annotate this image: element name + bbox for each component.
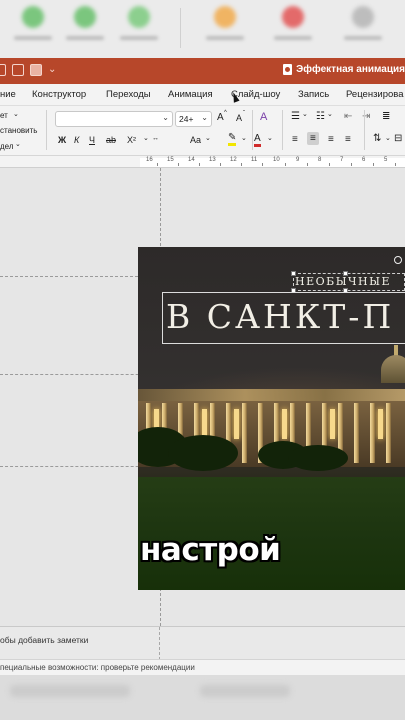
layout-button[interactable]: ет [0, 111, 8, 120]
tab-home[interactable]: ние [0, 89, 16, 100]
align-center-icon[interactable]: ≡ [307, 132, 319, 145]
resize-handle[interactable] [291, 271, 296, 276]
blurred-tool-button[interactable] [62, 6, 108, 50]
caret-up-icon: ^ [224, 110, 227, 116]
tab-record[interactable]: Запись [298, 89, 329, 100]
align-text-icon[interactable]: ⊟ [394, 133, 402, 144]
title-bar: ⌄ Эффектная анимация [0, 58, 405, 84]
trees [138, 427, 405, 471]
ruler-number: 8 [318, 157, 322, 163]
chevron-down-icon[interactable]: ⌄ [385, 134, 391, 142]
blurred-toolbar-strip [0, 0, 405, 58]
font-name-combo[interactable]: ⌄ [55, 111, 173, 127]
horizontal-ruler: 16 15 14 13 12 11 10 9 8 7 6 5 [0, 156, 405, 168]
document-icon [283, 64, 293, 75]
clear-formatting-button[interactable]: A [260, 111, 267, 123]
accessibility-status[interactable]: пециальные возможности: проверьте рекоме… [0, 663, 195, 672]
ruler-number: 6 [362, 157, 366, 163]
ribbon-tabs: ние Конструктор Переходы Анимация Слайд-… [0, 84, 405, 106]
slide-title[interactable]: В САНКТ-П [166, 297, 405, 337]
save-icon[interactable] [0, 64, 6, 76]
video-subtitle-caption: настрой [140, 532, 281, 568]
chevron-down-icon[interactable]: ⌄ [302, 110, 308, 118]
dropdown-chevron-icon[interactable]: ⌄ [13, 110, 19, 118]
blurred-footer [0, 675, 405, 720]
font-size-combo[interactable]: 24+ ⌄ [175, 111, 212, 127]
status-bar: пециальные возможности: проверьте рекоме… [0, 659, 405, 675]
shrink-font-button[interactable]: A [236, 113, 242, 123]
customize-toolbar-icon[interactable]: ⌄ [48, 64, 56, 76]
chevron-down-icon[interactable]: ⌄ [327, 110, 333, 118]
blurred-tool-button[interactable] [340, 6, 386, 50]
text-direction-icon[interactable]: ⇅ [373, 133, 381, 144]
blurred-tool-button[interactable] [116, 6, 162, 50]
blurred-tool-button[interactable] [202, 6, 248, 50]
change-case-button[interactable]: Aa [190, 135, 201, 145]
tab-review[interactable]: Рецензирова [346, 89, 404, 100]
tab-animations[interactable]: Анимация [168, 89, 213, 100]
ruler-number: 12 [230, 157, 237, 163]
cathedral-dome [381, 345, 405, 391]
ruler-number: 7 [340, 157, 344, 163]
slide-canvas[interactable]: НЕОБЫЧНЫЕ В САНКТ-П настрой [0, 168, 405, 626]
chevron-down-icon: ⌄ [201, 113, 208, 122]
font-color-button[interactable]: A [254, 133, 261, 147]
blurred-tool-button[interactable] [270, 6, 316, 50]
ruler-number: 9 [296, 157, 300, 163]
strikethrough-button[interactable]: ab [106, 135, 116, 145]
align-right-icon[interactable]: ≡ [328, 134, 334, 145]
slide-subtitle[interactable]: НЕОБЫЧНЫЕ [295, 275, 405, 289]
bullets-icon[interactable]: ☰ [291, 111, 300, 122]
ruler-number: 15 [167, 157, 174, 163]
section-button[interactable]: дел [0, 142, 14, 151]
resize-handle[interactable] [343, 271, 348, 276]
ruler-number: 10 [273, 157, 280, 163]
chevron-down-icon[interactable]: ⌄ [267, 134, 273, 142]
document-title: Эффектная анимация [296, 64, 405, 75]
tab-design[interactable]: Конструктор [32, 89, 86, 100]
chevron-down-icon[interactable]: ⌄ [205, 134, 211, 142]
caret-down-icon: ˇ [243, 111, 245, 117]
superscript-button[interactable]: X² [127, 135, 136, 145]
reset-button[interactable]: становить [0, 126, 37, 135]
chevron-down-icon: ⌄ [162, 113, 169, 122]
tab-transitions[interactable]: Переходы [106, 89, 151, 100]
rotate-handle-icon[interactable] [394, 256, 402, 264]
dropdown-chevron-icon[interactable]: ⌄ [15, 140, 21, 148]
horizontal-guide[interactable] [0, 276, 138, 277]
highlight-pen-icon[interactable]: ✎ [228, 133, 237, 146]
character-spacing-icon[interactable]: ↔ [152, 135, 159, 142]
ruler-number: 14 [188, 157, 195, 163]
bold-button[interactable]: Ж [58, 135, 66, 145]
align-left-icon[interactable]: ≡ [292, 134, 298, 145]
blurred-tool-button[interactable] [10, 6, 56, 50]
italic-button[interactable]: К [74, 135, 79, 145]
chevron-down-icon[interactable]: ⌄ [241, 134, 247, 142]
notes-placeholder[interactable]: обы добавить заметки [0, 635, 88, 645]
undo-icon[interactable] [12, 64, 24, 76]
justify-icon[interactable]: ≡ [345, 134, 351, 145]
grow-font-button[interactable]: A [217, 112, 224, 123]
notes-pane[interactable]: обы добавить заметки [0, 626, 405, 660]
redo-icon[interactable] [30, 64, 42, 76]
powerpoint-window: ⌄ Эффектная анимация ние Конструктор Пер… [0, 0, 405, 720]
ruler-number: 5 [384, 157, 388, 163]
ruler-number: 13 [209, 157, 216, 163]
ruler-number: 16 [146, 157, 153, 163]
chevron-down-icon[interactable]: ⌄ [143, 134, 149, 142]
line-spacing-icon[interactable]: ≣ [382, 111, 390, 122]
decrease-indent-icon[interactable]: ⇤ [344, 111, 352, 122]
numbering-icon[interactable]: ☷ [316, 111, 325, 122]
underline-button[interactable]: Ч [89, 135, 95, 145]
ribbon-home: ет ⌄ становить дел ⌄ ⌄ 24+ ⌄ A ^ A ˇ A Ж… [0, 106, 405, 156]
ruler-number: 11 [251, 157, 258, 163]
